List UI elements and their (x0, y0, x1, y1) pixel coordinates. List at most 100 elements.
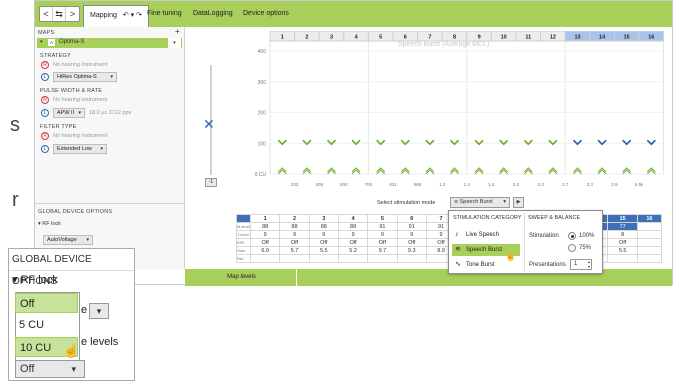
live-speech-option[interactable]: ♪ Live Speech (452, 229, 520, 241)
table-cell[interactable]: 5.7 (279, 246, 310, 255)
table-cell[interactable] (636, 222, 663, 231)
rf-option-5cu[interactable]: 5 CU (15, 315, 78, 335)
tab-mapping[interactable]: Mapping ↶ ▾ ↷ (83, 5, 149, 27)
add-map-button[interactable]: + (175, 27, 180, 36)
table-cell[interactable]: 5.5 (607, 246, 638, 255)
table-cell[interactable]: 9 (249, 230, 281, 239)
radio-75[interactable] (568, 244, 576, 252)
zoom-rf-lock[interactable]: ▾ RF lock (9, 273, 58, 286)
play-button[interactable]: ▶ (513, 197, 524, 208)
pulse-warning: No hearing instrument (53, 97, 108, 103)
table-cell[interactable]: 9 (396, 230, 427, 239)
table-cell[interactable]: 9.3 (396, 246, 427, 255)
chevron-down-icon: ▾ (503, 199, 506, 205)
table-cell[interactable]: Off (249, 238, 281, 247)
table-header-cell[interactable]: 16 (636, 214, 663, 223)
pulse-extra: 18.0 µs 3712 pps (89, 110, 132, 116)
table-cell[interactable] (636, 238, 663, 247)
rf-option-off[interactable]: Off (15, 293, 78, 313)
map-levels-button[interactable]: Map levels (187, 269, 297, 286)
table-cell[interactable] (249, 254, 281, 263)
autovoltage-dropdown[interactable]: AutoVoltage ▾ (43, 235, 93, 245)
channel-number: 5 (379, 35, 382, 41)
zoom-rf-lock-text: RF lock (20, 274, 58, 286)
zoom-off-dropdown[interactable]: Off ▾ (15, 360, 85, 378)
close-icon[interactable]: ✕ (203, 117, 215, 131)
table-header-cell[interactable]: 6 (396, 214, 427, 223)
table-cell[interactable] (636, 230, 663, 239)
table-cell[interactable]: 91 (396, 222, 427, 231)
table-cell[interactable] (607, 254, 638, 263)
table-header-cell[interactable]: 1 (249, 214, 281, 223)
table-cell[interactable] (636, 246, 663, 255)
presentations-label: Presentations (529, 262, 566, 268)
row-label: M-level (236, 222, 251, 231)
chevron-down-icon[interactable]: ▾ (89, 303, 109, 319)
table-cell[interactable]: 91 (367, 222, 398, 231)
presentations-stepper[interactable]: 1 ▴ ▾ (570, 259, 592, 270)
background-text-r: r (12, 189, 19, 211)
stepper-arrows-icon[interactable]: ▴ ▾ (588, 259, 590, 269)
x-tick-label: 1.4 (464, 182, 471, 187)
top-toolbar: < ⇆ > Mapping ↶ ▾ ↷ Fine tuning DataLogg… (35, 1, 672, 27)
table-header-cell[interactable]: 3 (308, 214, 339, 223)
table-cell[interactable]: 9.7 (367, 246, 398, 255)
table-cell[interactable]: Off (367, 238, 398, 247)
table-cell[interactable]: Off (607, 238, 638, 247)
channel-number: 6 (404, 35, 407, 41)
radio-100[interactable] (568, 232, 576, 240)
rf-lock-text: RF lock (42, 221, 61, 227)
table-cell[interactable]: 9 (279, 230, 310, 239)
table-header-cell[interactable]: 5 (367, 214, 398, 223)
table-cell[interactable]: 9 (308, 230, 339, 239)
rf-lock-label[interactable]: ▾ RF lock (38, 221, 61, 227)
x-tick-label: 831 (389, 182, 397, 187)
table-cell[interactable] (279, 254, 310, 263)
map-selector[interactable]: ▾ A Optima-S ▾ (37, 38, 182, 48)
table-cell[interactable]: 6.0 (249, 246, 281, 255)
strategy-warning: No hearing instrument (53, 62, 108, 68)
table-cell[interactable] (636, 254, 663, 263)
table-header-cell[interactable]: 2 (279, 214, 310, 223)
table-cell[interactable]: 8 (607, 230, 638, 239)
table-cell[interactable]: Off (396, 238, 427, 247)
table-cell[interactable]: 9 (367, 230, 398, 239)
channel-number: 12 (550, 35, 556, 41)
undo-redo-icons[interactable]: ↶ ▾ ↷ (123, 12, 142, 19)
row-label: Ref (236, 254, 251, 263)
stimulation-mode-select[interactable]: ≋ Speech Burst ▾ (450, 197, 510, 208)
right-ear-icon: R (41, 96, 49, 104)
table-cell[interactable] (337, 254, 369, 263)
chevron-down-icon: ▾ (78, 110, 81, 116)
table-cell[interactable]: 88 (308, 222, 339, 231)
table-cell[interactable] (308, 254, 339, 263)
tab-fine-tuning[interactable]: Fine tuning (147, 1, 182, 27)
tab-device-options[interactable]: Device options (243, 1, 289, 27)
table-header-cell[interactable]: 15 (607, 214, 638, 223)
table-cell[interactable]: 88 (337, 222, 369, 231)
table-cell[interactable]: 77 (607, 222, 638, 231)
slider-step-button[interactable]: -1 (205, 178, 217, 187)
table-cell[interactable]: 88 (249, 222, 281, 231)
filter-value: Extended Low (57, 146, 92, 152)
table-cell[interactable]: Off (308, 238, 339, 247)
forward-button[interactable]: > (66, 7, 79, 21)
chevron-down-icon: ▾ (100, 146, 103, 152)
strategy-dropdown[interactable]: HiRes Optima-S ▾ (53, 72, 117, 82)
tab-datalogging[interactable]: DataLogging (193, 1, 233, 27)
table-cell[interactable]: 5.5 (308, 246, 339, 255)
swap-button[interactable]: ⇆ (53, 7, 66, 21)
map-dropdown-arrow-icon[interactable]: ▾ (168, 38, 181, 48)
table-header-cell[interactable]: 4 (337, 214, 369, 223)
pulse-dropdown[interactable]: APW II ▾ (53, 108, 85, 118)
table-cell[interactable]: Off (279, 238, 310, 247)
table-cell[interactable] (367, 254, 398, 263)
table-cell[interactable]: 88 (279, 222, 310, 231)
filter-dropdown[interactable]: Extended Low ▾ (53, 144, 107, 154)
back-button[interactable]: < (40, 7, 53, 21)
screenshot-root: s r < ⇆ > Mapping ↶ ▾ ↷ Fine tuning Data… (0, 0, 673, 383)
table-cell[interactable] (396, 254, 427, 263)
table-cell[interactable]: 5.2 (337, 246, 369, 255)
table-cell[interactable]: 9 (337, 230, 369, 239)
table-cell[interactable]: Off (337, 238, 369, 247)
